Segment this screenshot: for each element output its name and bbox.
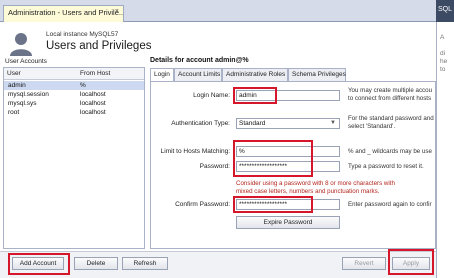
right-panel-text: A [440, 34, 445, 41]
expire-password-button[interactable]: Expire Password [236, 216, 340, 229]
row-user: mysql.sys [8, 99, 37, 107]
administration-tab[interactable]: Administration - Users and Privile... × [3, 5, 124, 22]
delete-button[interactable]: Delete [74, 257, 118, 270]
login-name-note-line: You may create multiple accou [348, 87, 433, 94]
right-panel-text: to [440, 66, 446, 73]
table-row[interactable]: root localhost [4, 108, 144, 117]
login-name-note: You may create multiple accou to connect… [348, 87, 432, 103]
auth-type-value: Standard [239, 120, 266, 127]
user-accounts-list[interactable]: User From Host admin % mysql.session loc… [3, 67, 145, 249]
column-header-user[interactable]: User [7, 70, 21, 77]
row-host: localhost [80, 99, 106, 107]
row-host: localhost [80, 90, 106, 98]
hosts-label: Limit to Hosts Matching: [160, 148, 230, 155]
hosts-note: % and _ wildcards may be use [348, 148, 432, 155]
login-name-label: Login Name: [193, 92, 230, 99]
administration-tab-label: Administration - Users and Privile... [8, 8, 124, 17]
tab-schema-privileges[interactable]: Schema Privileges [288, 68, 346, 81]
document-tab-strip: Administration - Users and Privile... × [0, 0, 454, 22]
row-host: % [80, 81, 86, 89]
tab-administrative-roles[interactable]: Administrative Roles [222, 68, 288, 81]
password-warning-line: Consider using a password with 8 or more… [236, 180, 395, 187]
password-warning: Consider using a password with 8 or more… [236, 180, 395, 196]
auth-type-label: Authentication Type: [171, 120, 230, 127]
user-accounts-label: User Accounts [5, 58, 47, 65]
refresh-button[interactable]: Refresh [122, 257, 168, 270]
row-user: admin [8, 81, 26, 89]
row-user: mysql.session [8, 90, 49, 98]
table-row[interactable]: mysql.session localhost [4, 90, 144, 99]
table-row[interactable]: admin % [4, 81, 144, 90]
confirm-password-highlight [233, 196, 313, 213]
confirm-password-label: Confirm Password: [175, 201, 230, 208]
password-label: Password: [199, 163, 230, 170]
right-panel-text: he [440, 58, 448, 65]
row-user: root [8, 108, 20, 116]
row-host: localhost [80, 108, 106, 116]
password-note: Type a password to reset it. [348, 163, 424, 170]
auth-note: For the standard password and select 'St… [348, 115, 434, 131]
user-accounts-header: User From Host [4, 68, 144, 80]
side-panel-tab[interactable]: SQL [436, 0, 454, 22]
tab-login[interactable]: Login [150, 68, 174, 82]
close-icon[interactable]: × [115, 8, 119, 15]
login-name-note-line: to connect from different hosts [348, 95, 432, 102]
chevron-down-icon: ▼ [330, 120, 336, 126]
confirm-note: Enter password again to confir [348, 201, 432, 208]
password-warning-line: mixed case letters, numbers and punctuat… [236, 188, 380, 195]
tab-account-limits[interactable]: Account Limits [174, 68, 222, 81]
page-title: Users and Privileges [46, 40, 152, 52]
details-title: Details for account admin@% [150, 57, 249, 64]
auth-note-line: For the standard password and [348, 115, 434, 122]
auth-note-line: select 'Standard'. [348, 123, 396, 130]
add-account-highlight [8, 253, 70, 275]
hosts-password-highlight [233, 140, 313, 177]
column-header-host[interactable]: From Host [80, 70, 110, 77]
table-row[interactable]: mysql.sys localhost [4, 99, 144, 108]
host-label: Local instance MySQL57 [46, 31, 119, 38]
revert-button[interactable]: Revert [342, 257, 386, 270]
auth-type-select[interactable]: Standard ▼ [236, 118, 340, 129]
user-icon [10, 33, 32, 56]
right-panel-text: di [440, 50, 446, 57]
apply-highlight [388, 249, 434, 275]
login-name-highlight [233, 87, 277, 104]
